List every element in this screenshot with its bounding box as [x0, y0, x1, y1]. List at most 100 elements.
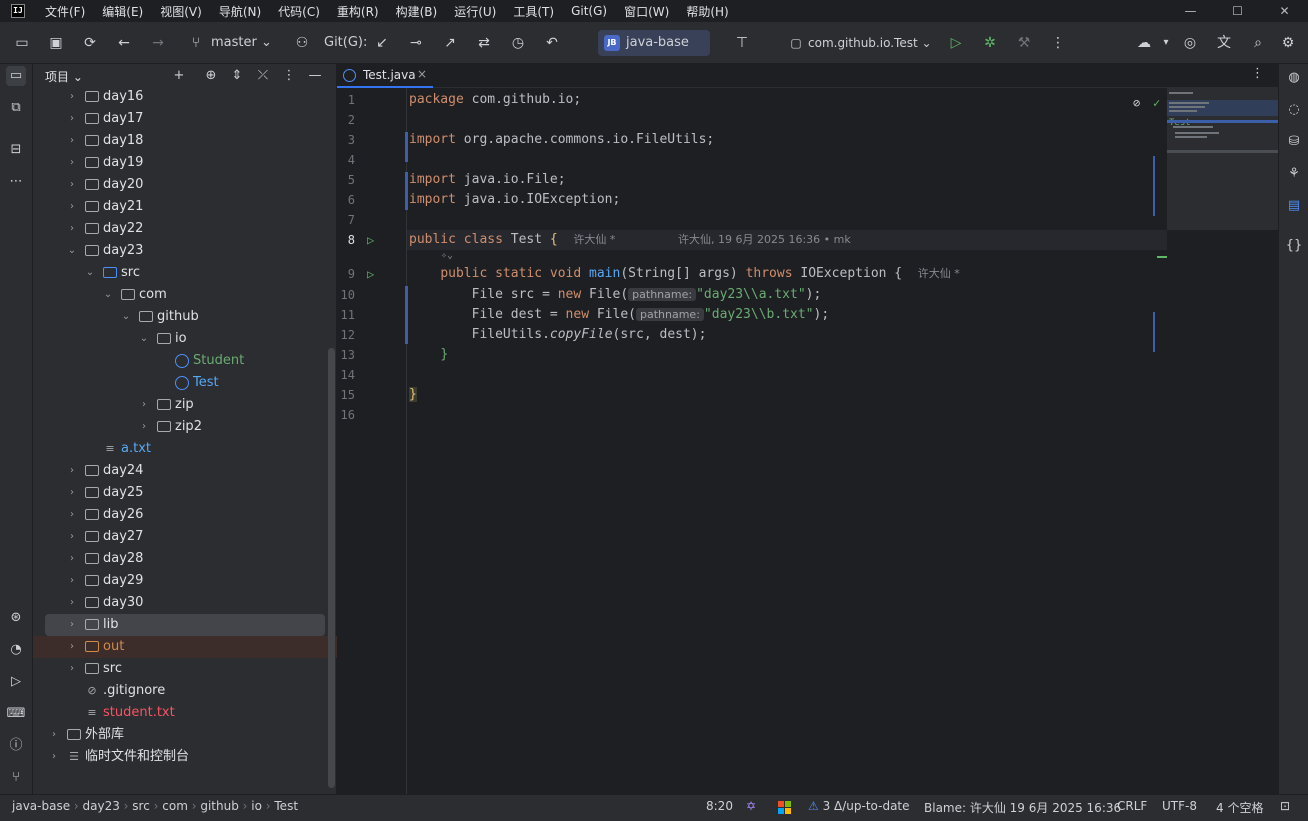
breadcrumb-item[interactable]: io: [251, 799, 262, 813]
tree-item[interactable]: › day27: [33, 526, 337, 548]
services-icon[interactable]: ⊛: [6, 608, 26, 628]
save-icon[interactable]: ▣: [46, 33, 66, 53]
chevron-right-icon[interactable]: ›: [65, 174, 79, 196]
chevron-right-icon[interactable]: ›: [65, 548, 79, 570]
line-separator[interactable]: CRLF: [1117, 799, 1147, 813]
read-only-lock-icon[interactable]: ⊡: [1280, 799, 1290, 813]
tree-item[interactable]: › day26: [33, 504, 337, 526]
tree-item[interactable]: › zip2: [33, 416, 337, 438]
bookmarks-icon[interactable]: ▤: [1284, 196, 1304, 216]
project-selector[interactable]: JB java-base: [598, 30, 710, 56]
tree-item[interactable]: › day30: [33, 592, 337, 614]
breadcrumb-item[interactable]: Test: [274, 799, 298, 813]
maximize-icon[interactable]: ☐: [1214, 0, 1261, 22]
expand-all-icon[interactable]: ⇕: [227, 66, 247, 86]
back-icon[interactable]: ←: [114, 33, 134, 53]
git-commit-icon[interactable]: ⊸: [406, 33, 426, 53]
chevron-right-icon[interactable]: ›: [47, 746, 61, 768]
structure-tool-icon[interactable]: ⊟: [6, 140, 26, 160]
chevron-right-icon[interactable]: ›: [47, 724, 61, 746]
hide-panel-icon[interactable]: —: [305, 66, 325, 86]
tree-item[interactable]: › day22: [33, 218, 337, 240]
add-icon[interactable]: +: [169, 66, 189, 86]
close-tab-icon[interactable]: ×: [417, 67, 427, 81]
user-icon[interactable]: ⚇: [292, 33, 312, 53]
tree-item[interactable]: ⌄ day23: [33, 240, 337, 262]
chevron-right-icon[interactable]: ›: [65, 636, 79, 658]
indent-setting[interactable]: 4 个空格: [1216, 799, 1263, 816]
chevron-right-icon[interactable]: ›: [65, 152, 79, 174]
menu-tools[interactable]: 工具(T): [513, 3, 554, 20]
ai-assistant-icon[interactable]: ◎: [1180, 33, 1200, 53]
git-merge-icon[interactable]: ⇄: [474, 33, 494, 53]
chevron-right-icon[interactable]: ›: [65, 570, 79, 592]
tree-item[interactable]: › day24: [33, 460, 337, 482]
git-push-icon[interactable]: ↗: [440, 33, 460, 53]
chevron-right-icon[interactable]: ›: [65, 218, 79, 240]
run-config-selector[interactable]: com.github.io.Test ⌄: [808, 33, 932, 53]
git-update-icon[interactable]: ↙: [372, 33, 392, 53]
tree-item[interactable]: › day21: [33, 196, 337, 218]
menu-help[interactable]: 帮助(H): [686, 3, 728, 20]
chevron-right-icon[interactable]: ›: [65, 504, 79, 526]
debug-icon[interactable]: ✲: [980, 33, 1000, 53]
breadcrumb-item[interactable]: com: [162, 799, 188, 813]
ai-hint-icon[interactable]: ✧⌄: [441, 250, 453, 261]
menu-view[interactable]: 视图(V): [160, 3, 202, 20]
history-icon[interactable]: ◷: [508, 33, 528, 53]
tree-scrollbar[interactable]: [328, 348, 335, 788]
options-icon[interactable]: ⋮: [279, 66, 299, 86]
sync-icon[interactable]: ⟳: [80, 33, 100, 53]
tree-item[interactable]: › 外部库: [33, 724, 337, 746]
blame-status[interactable]: Blame: 许大仙 19 6月 2025 16:36: [924, 799, 1121, 816]
breadcrumb-item[interactable]: day23: [83, 799, 120, 813]
chevron-right-icon[interactable]: ›: [65, 526, 79, 548]
windows-icon[interactable]: [778, 801, 792, 815]
collapse-all-icon[interactable]: ⤫: [253, 66, 273, 86]
chevron-right-icon[interactable]: ›: [65, 130, 79, 152]
more-tools-icon[interactable]: ⋯: [6, 172, 26, 192]
run-tool-icon[interactable]: ▷: [6, 672, 26, 692]
tree-item[interactable]: › day29: [33, 570, 337, 592]
tree-item[interactable]: ⊘ .gitignore: [33, 680, 337, 702]
menu-git[interactable]: Git(G): [571, 4, 607, 18]
database-icon[interactable]: ⛁: [1284, 132, 1304, 152]
locate-icon[interactable]: ⊕: [201, 66, 221, 86]
chevron-right-icon[interactable]: ›: [65, 614, 79, 636]
chevron-right-icon[interactable]: ›: [65, 460, 79, 482]
rollback-icon[interactable]: ↶: [542, 33, 562, 53]
chevron-down-icon[interactable]: ▾: [1156, 33, 1176, 53]
close-window-icon[interactable]: ✕: [1261, 0, 1308, 22]
menu-window[interactable]: 窗口(W): [624, 3, 669, 20]
copilot-icon[interactable]: ⚘: [1284, 164, 1304, 184]
notifications-icon[interactable]: ◍: [1284, 68, 1304, 88]
author-inlay[interactable]: 许大仙 *: [918, 267, 960, 280]
tree-item[interactable]: › zip: [33, 394, 337, 416]
no-problems-check-icon[interactable]: ✓: [1153, 96, 1160, 110]
run-icon[interactable]: ▷: [946, 33, 966, 53]
chevron-down-icon[interactable]: ⌄: [119, 306, 133, 328]
tree-item[interactable]: › day19: [33, 152, 337, 174]
translate-icon[interactable]: 文: [1214, 33, 1234, 53]
tree-item[interactable]: ≡ student.txt: [33, 702, 337, 724]
chevron-down-icon[interactable]: ⌄: [137, 328, 151, 350]
more-actions-icon[interactable]: ⋮: [1048, 33, 1068, 53]
chevron-right-icon[interactable]: ›: [137, 416, 151, 438]
menu-code[interactable]: 代码(C): [278, 3, 320, 20]
minimap[interactable]: Test: [1167, 88, 1278, 230]
run-class-gutter-icon[interactable]: ▷: [367, 230, 381, 250]
folder-icon[interactable]: ▭: [12, 33, 32, 53]
tree-item[interactable]: › day20: [33, 174, 337, 196]
menu-edit[interactable]: 编辑(E): [102, 3, 143, 20]
tree-item[interactable]: ⌄ com: [33, 284, 337, 306]
chevron-right-icon[interactable]: ›: [65, 658, 79, 680]
ai-chat-icon[interactable]: ◌: [1284, 100, 1304, 120]
menu-navigate[interactable]: 导航(N): [219, 3, 261, 20]
reader-mode-icon[interactable]: ⊘: [1133, 96, 1140, 110]
tree-item[interactable]: Student: [33, 350, 337, 372]
tree-item[interactable]: › src: [33, 658, 337, 680]
chevron-right-icon[interactable]: ›: [65, 196, 79, 218]
tree-item[interactable]: ⌄ io: [33, 328, 337, 350]
chevron-right-icon[interactable]: ›: [137, 394, 151, 416]
chevron-down-icon[interactable]: ⌄: [83, 262, 97, 284]
